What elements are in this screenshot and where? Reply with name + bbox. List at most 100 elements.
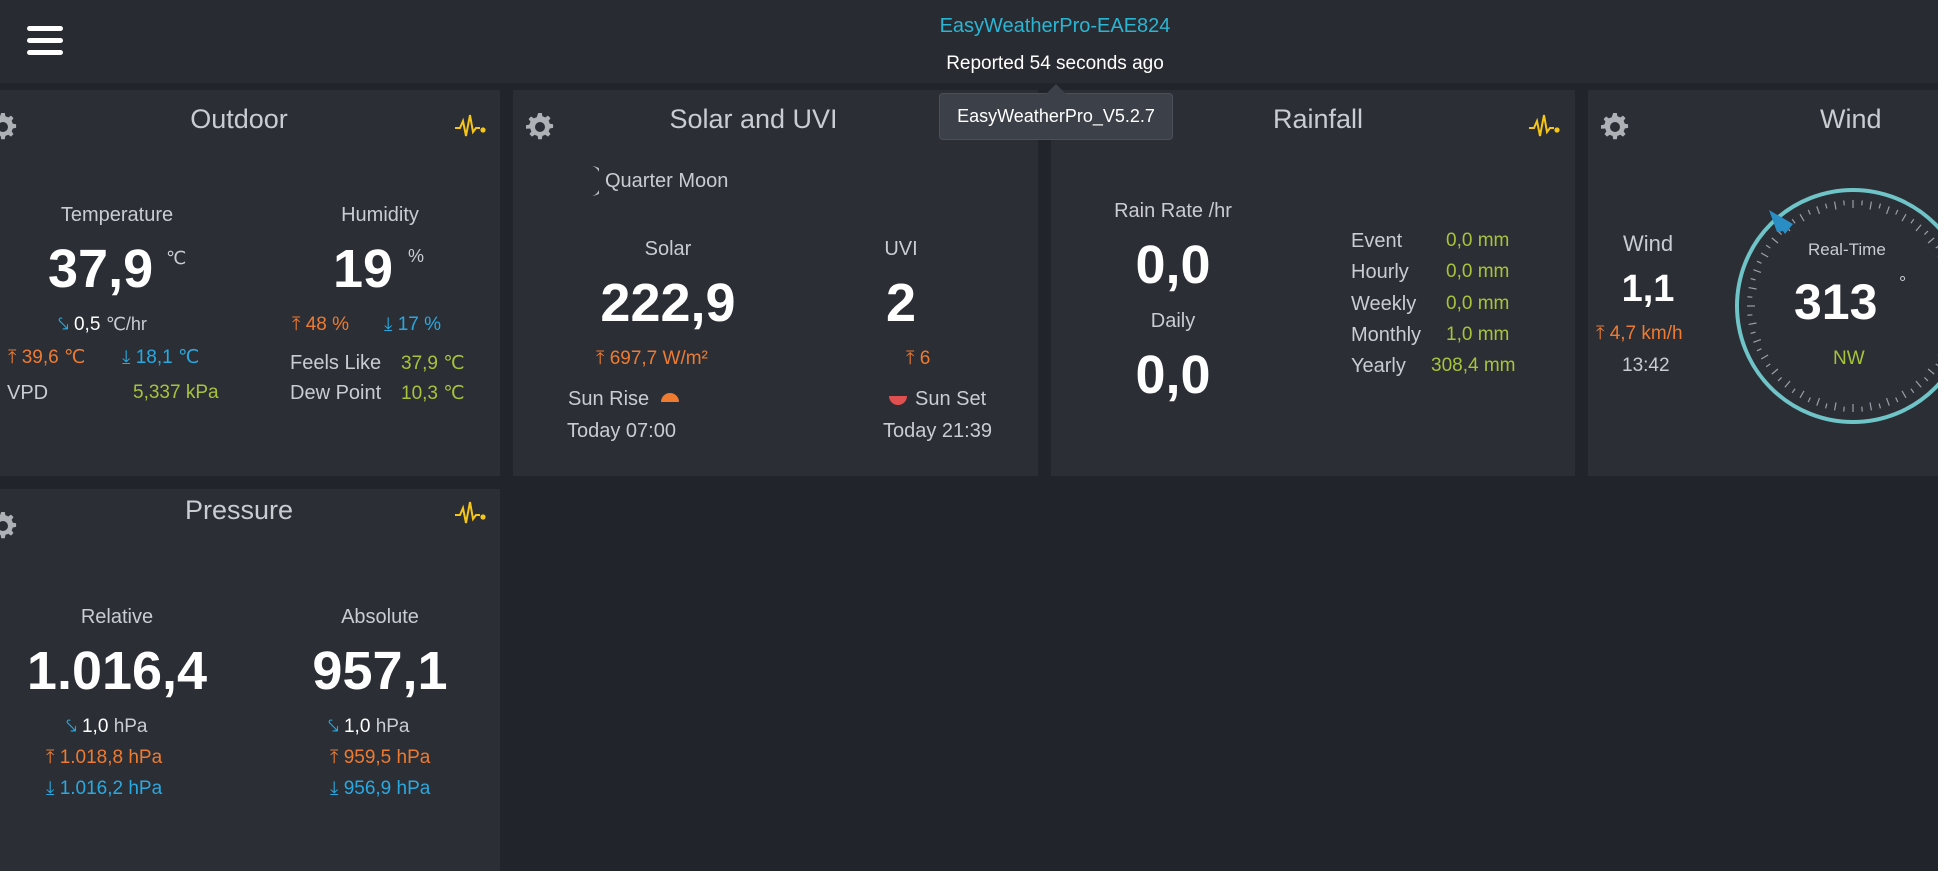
sunset-icon (889, 396, 907, 405)
compass-tick (1915, 224, 1922, 232)
rain-weekly-value: 0,0 mm (1446, 293, 1510, 314)
solar-card: Solar and UVI Quarter Moon Solar 222,9 ⤒… (513, 90, 1038, 476)
temperature-high: ⤒ 39,6 ℃ (8, 347, 86, 368)
compass-tick (1923, 376, 1929, 382)
trend-down-icon: ⤥ (58, 314, 69, 335)
compass-tick (1834, 201, 1837, 210)
card-title: Outdoor (190, 104, 288, 134)
wind-compass-direction: NW (1833, 348, 1865, 369)
sunset-time: Today 21:39 (883, 420, 992, 442)
rain-yearly-value: 308,4 mm (1431, 355, 1516, 376)
feels-like-value: 37,9 ℃ (401, 353, 465, 374)
vpd-label: VPD (7, 382, 49, 404)
compass-tick (1771, 368, 1779, 375)
max-arrow-icon: ⤒ (596, 348, 605, 369)
uvi-label: UVI (884, 238, 918, 260)
compass-tick (1878, 403, 1882, 409)
sunrise-label: Sun Rise (568, 388, 650, 410)
rain-hourly-label: Hourly (1351, 261, 1409, 283)
gear-icon[interactable] (1600, 112, 1630, 142)
compass-tick (1915, 380, 1922, 388)
device-name[interactable]: EasyWeatherPro-EAE824 (0, 15, 1938, 38)
card-title: Wind (1820, 104, 1882, 134)
compass-tick (1784, 380, 1791, 388)
rain-event-value: 0,0 mm (1446, 230, 1510, 251)
compass-tick (1799, 390, 1805, 399)
compass-tick (1901, 390, 1907, 399)
compass-tick (1910, 218, 1915, 224)
humidity-high: ⤒ 48 % (292, 314, 349, 335)
absolute-label: Absolute (341, 606, 419, 628)
max-arrow-icon: ⤒ (8, 347, 17, 368)
compass-tick (1760, 354, 1769, 360)
min-arrow-icon: ⤓ (330, 778, 339, 799)
rain-rate-value: 0,0 (1135, 235, 1211, 295)
rain-weekly-label: Weekly (1351, 293, 1417, 315)
relative-high: ⤒ 1.018,8 hPa (46, 747, 163, 768)
wind-direction-unit: ° (1899, 273, 1907, 293)
compass-tick (1927, 368, 1935, 375)
dew-point-value: 10,3 ℃ (401, 383, 465, 404)
pulse-chart-icon[interactable] (454, 499, 486, 527)
feels-like-label: Feels Like (290, 352, 382, 374)
reported-time: Reported 54 seconds ago (946, 53, 1164, 74)
vpd-value: 5,337 kPa (133, 382, 219, 403)
rain-event-label: Event (1351, 230, 1403, 252)
wind-direction-value: 313 (1794, 274, 1878, 330)
relative-value: 1.016,4 (26, 641, 208, 701)
compass-tick (1895, 209, 1899, 215)
rain-monthly-label: Monthly (1351, 324, 1422, 346)
daily-label: Daily (1150, 310, 1196, 332)
solar-label: Solar (644, 238, 692, 260)
daily-value: 0,0 (1135, 345, 1211, 405)
max-arrow-icon: ⤒ (46, 747, 55, 768)
compass-tick (1748, 287, 1757, 290)
compass-tick (1777, 376, 1783, 382)
pulse-chart-icon[interactable] (1528, 112, 1560, 140)
absolute-low: ⤓ 956,9 hPa (330, 778, 431, 799)
compass-tick (1923, 230, 1929, 236)
temperature-value: 37,9 (48, 239, 154, 299)
compass-tick (1807, 397, 1811, 403)
compass-tick (1799, 213, 1805, 222)
trend-down-icon: ⤥ (66, 716, 77, 737)
rain-yearly-label: Yearly (1351, 355, 1406, 377)
moon-icon (591, 166, 599, 196)
compass-tick (1760, 252, 1769, 258)
max-arrow-icon: ⤒ (330, 747, 339, 768)
compass-tick (1878, 203, 1882, 209)
trend-down-icon: ⤥ (328, 716, 339, 737)
absolute-value: 957,1 (312, 641, 448, 701)
pressure-card: Pressure Relative 1.016,4 ⤥ 1,0 hPa ⤒ 1.… (0, 489, 500, 871)
card-title: Solar and UVI (669, 104, 838, 134)
compass-tick (1869, 402, 1872, 411)
temperature-low: ⤓ 18,1 ℃ (122, 347, 200, 368)
rain-hourly-value: 0,0 mm (1446, 261, 1510, 282)
compass-tick (1756, 260, 1762, 264)
temperature-unit: ℃ (166, 248, 187, 268)
min-arrow-icon: ⤓ (46, 778, 55, 799)
min-arrow-icon: ⤓ (122, 347, 131, 368)
compass-tick (1834, 402, 1837, 411)
compass-tick (1807, 209, 1811, 215)
compass-tick (1791, 388, 1796, 394)
top-bar: EasyWeatherPro-EAE824 Reported 54 second… (0, 0, 1938, 83)
absolute-high: ⤒ 959,5 hPa (330, 747, 431, 768)
version-tooltip: EasyWeatherPro_V5.2.7 (939, 84, 1173, 140)
relative-label: Relative (80, 606, 154, 628)
compass-tick (1927, 237, 1935, 244)
compass-tick (1765, 363, 1771, 368)
solar-high: ⤒ 697,7 W/m² (596, 348, 708, 369)
pulse-chart-icon[interactable] (454, 112, 486, 140)
compass-tick (1910, 388, 1915, 394)
compass-tick (1753, 338, 1762, 343)
rainfall-card: Rainfall Rain Rate /hr 0,0 Daily 0,0 Eve… (1051, 90, 1575, 476)
uvi-value: 2 (885, 273, 917, 333)
compass-tick (1753, 269, 1762, 274)
outdoor-card: Outdoor Temperature 37,9 ℃ ⤥ 0,5 ℃/hr ⤒ … (0, 90, 500, 476)
max-arrow-icon: ⤒ (906, 348, 915, 369)
wind-gust: ⤒ 4,7 km/h (1596, 323, 1683, 344)
wind-card: Wind Wind 1,1 ⤒ 4,7 km/h 13:42 Real-Time… (1588, 90, 1938, 476)
sunrise-time: Today 07:00 (567, 420, 676, 442)
compass-tick (1824, 203, 1828, 209)
